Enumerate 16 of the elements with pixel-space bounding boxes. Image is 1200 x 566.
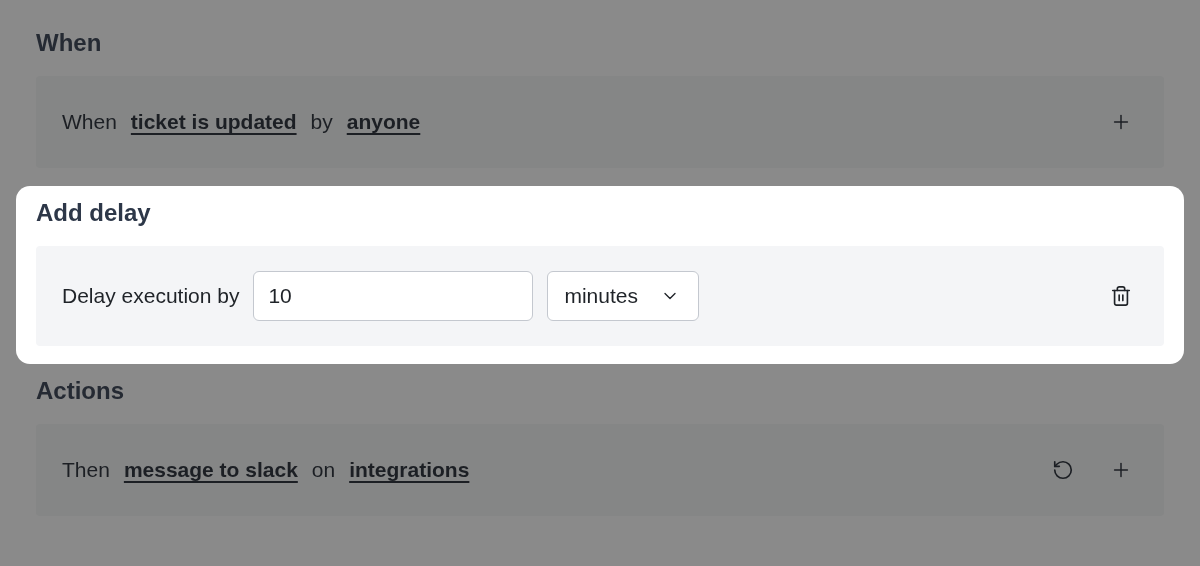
row-label: When [62,110,117,134]
row-label: Then [62,458,110,482]
delay-input[interactable]: 10 [253,271,534,321]
trash-icon [1110,285,1132,307]
option-link[interactable]: integrations [349,458,470,482]
section-title: Add delay [36,198,151,228]
option-link[interactable]: ticket is updated [130,110,297,134]
section-title: Actions [36,376,124,406]
unit-select[interactable]: minutes [547,271,699,321]
section-title: When [36,28,102,58]
refresh-icon [1052,459,1074,481]
row-label: Delay execution by [62,284,240,308]
option-link[interactable]: anyone [346,110,421,134]
row-label: on [311,458,336,482]
row-label: by [310,110,333,134]
option-link[interactable]: message to slack [123,458,298,482]
